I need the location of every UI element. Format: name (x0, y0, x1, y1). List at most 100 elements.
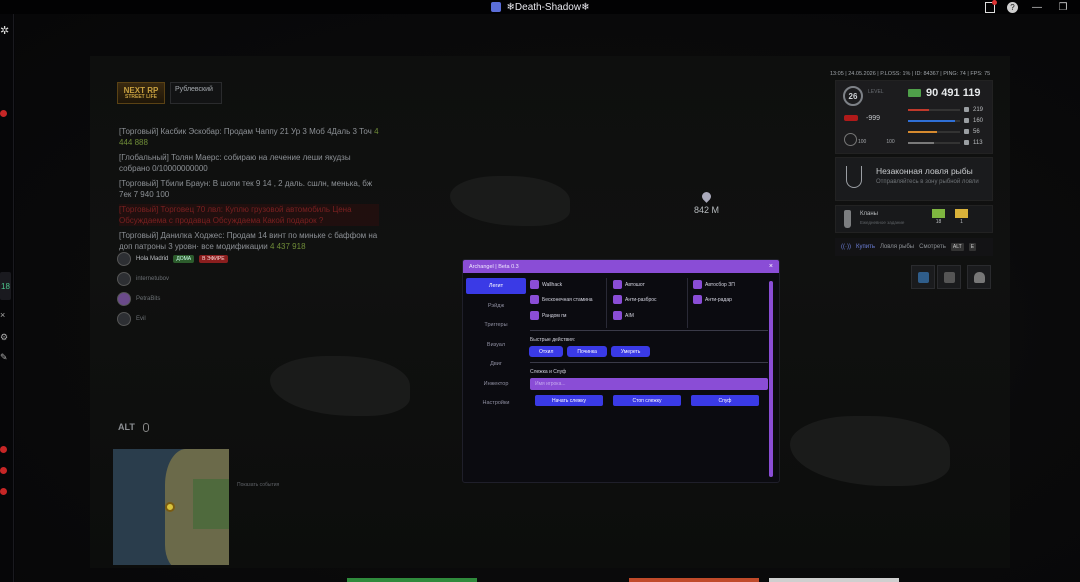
rail-mini-icon[interactable]: ⚙ (0, 332, 8, 343)
window-controls: ? — ❐ (985, 0, 1080, 14)
feature-label: Wallhack (542, 281, 563, 288)
ticket-count: 18 (935, 219, 942, 225)
stop-spy-button[interactable]: Стоп слежку (613, 395, 681, 406)
checkbox[interactable] (613, 280, 622, 289)
armor-value: 100 (886, 139, 895, 145)
feature-random-gm[interactable]: Рандом гм (530, 311, 567, 320)
terrain-rock (270, 356, 410, 416)
feature-anti-radar[interactable]: Анти-радар (693, 295, 732, 304)
feature-infinite-stamina[interactable]: Бесконечная стамина (530, 295, 593, 304)
tab-triggers[interactable]: Триггеры (466, 317, 526, 333)
restore-button[interactable]: ❐ (1056, 2, 1070, 13)
stat-value: 113 (973, 139, 983, 146)
notification-icon[interactable] (985, 0, 997, 13)
scrollbar-thumb[interactable] (769, 281, 773, 477)
calendar-icon[interactable] (911, 265, 935, 289)
bottom-bar-segment (769, 578, 899, 582)
tab-legit[interactable]: Легит (466, 278, 526, 294)
menu-header[interactable]: Archangel | Beta 0.3 × (463, 260, 779, 273)
clans-title: Кланы (860, 211, 878, 217)
server-name: Рублевский (170, 82, 222, 104)
feature-aim[interactable]: AIM (613, 311, 634, 320)
spoof-button[interactable]: Спуф (691, 395, 759, 406)
ticket-list: 18 1 (932, 209, 968, 225)
inventory-icon[interactable] (937, 265, 961, 289)
status-line: 13:05 | 24.05.2026 | P.LOSS: 1% | ID: 84… (830, 71, 991, 77)
stat-bar-track (908, 130, 960, 133)
stat-bar-row: 160 (908, 115, 990, 126)
feature-auto-salary[interactable]: Автосбор ЗП (693, 280, 735, 289)
checkbox[interactable] (693, 295, 702, 304)
checkbox[interactable] (613, 295, 622, 304)
player-row[interactable]: PetraBits (117, 290, 277, 308)
status-badge: ДОМА (173, 255, 195, 263)
stat-value: 56 (973, 128, 980, 135)
chat-message: [Глобальный] Толян Маерс: собираю на леч… (119, 152, 379, 174)
tab-visual[interactable]: Визуал (466, 337, 526, 353)
notification-dot (0, 488, 7, 495)
rail-mini-icon[interactable]: × (0, 310, 5, 320)
rail-mini-icon[interactable]: ✎ (0, 352, 8, 363)
feature-wallhack[interactable]: Wallhack (530, 280, 562, 289)
feature-label: AIM (625, 312, 634, 319)
checkbox[interactable] (530, 311, 539, 320)
column-divider (687, 278, 688, 328)
minimap-land (193, 479, 229, 529)
checkbox[interactable] (530, 280, 539, 289)
heart-icon (844, 133, 857, 146)
bottom-bar-segment (347, 578, 477, 582)
stat-bar-track (908, 108, 960, 111)
rail-chip[interactable]: 18 (0, 272, 11, 300)
repair-button[interactable]: Починка (567, 346, 607, 357)
feature-label: Анти-разброс (625, 296, 657, 303)
player-row[interactable]: internetubov (117, 270, 277, 288)
stat-bar-track (908, 119, 960, 122)
menu-scrollbar[interactable] (769, 281, 773, 477)
clans-panel[interactable]: Кланы Ежедневное задание 18 1 (835, 205, 993, 233)
minimap[interactable] (113, 449, 229, 565)
die-button[interactable]: Умереть (610, 346, 651, 357)
stat-bar-row: 113 (908, 137, 990, 148)
app-icon (490, 2, 501, 12)
fishing-action-bar[interactable]: ((·)) Купить Ловля рыбы Смотреть ALT E (835, 238, 993, 256)
tab-movement[interactable]: Двиг (466, 356, 526, 372)
stat-bar-track (908, 141, 960, 144)
fish-buy-link[interactable]: Купить (856, 244, 875, 250)
ticket: 18 (932, 209, 945, 225)
chat-message: [Торговый] Тбили Браун: В шопи тек 9 14 … (119, 178, 379, 200)
logo-line-2: STREET LIFE (125, 93, 157, 100)
minimize-button[interactable]: — (1030, 2, 1044, 13)
wanted-value: -999 (866, 115, 881, 122)
bell-icon[interactable] (967, 265, 991, 289)
ticket-count: 1 (960, 219, 963, 225)
stat-value: 219 (973, 106, 984, 113)
close-icon[interactable]: × (769, 263, 773, 270)
avatar (117, 292, 131, 306)
heal-button[interactable]: Отхил (529, 346, 564, 357)
feature-label: Анти-радар (705, 296, 732, 303)
tab-rage[interactable]: Рэйдж (466, 298, 526, 314)
side-rail: ✲ 18 × ⚙ ✎ (0, 14, 14, 582)
quest-panel[interactable]: Незаконная ловля рыбы Отправляйтесь в зо… (835, 157, 993, 201)
window-title-text: ❄Death-Shadow❄ (506, 1, 590, 13)
gear-icon[interactable]: ✲ (0, 24, 9, 37)
start-spy-button[interactable]: Начать слежку (535, 395, 603, 406)
feature-anti-spread[interactable]: Анти-разброс (613, 295, 657, 304)
server-logo: NEXT RP STREET LIFE (117, 82, 165, 104)
checkbox[interactable] (693, 280, 702, 289)
tab-injector[interactable]: Инжектор (466, 376, 526, 392)
chat-message-text: [Торговый] Торговец 70 лвл: Куплю грузов… (119, 205, 352, 225)
tab-settings[interactable]: Настройки (466, 395, 526, 411)
key-hint: ALT (950, 243, 964, 251)
player-row[interactable]: Hola Madrid ДОМА В ЭФИРЕ (117, 250, 277, 268)
quest-subtitle: Отправляйтесь в зону рыбной ловли (876, 179, 979, 185)
checkbox[interactable] (530, 295, 539, 304)
checkbox[interactable] (613, 311, 622, 320)
player-row[interactable]: Evil (117, 310, 277, 328)
player-name-input[interactable]: Имя игрока... (530, 378, 768, 390)
player-name: internetubov (136, 276, 170, 282)
ticket-icon (932, 209, 945, 218)
help-icon[interactable]: ? (1007, 1, 1018, 13)
feature-autoshot[interactable]: Автошот (613, 280, 645, 289)
distance-value: 842 M (694, 205, 720, 215)
